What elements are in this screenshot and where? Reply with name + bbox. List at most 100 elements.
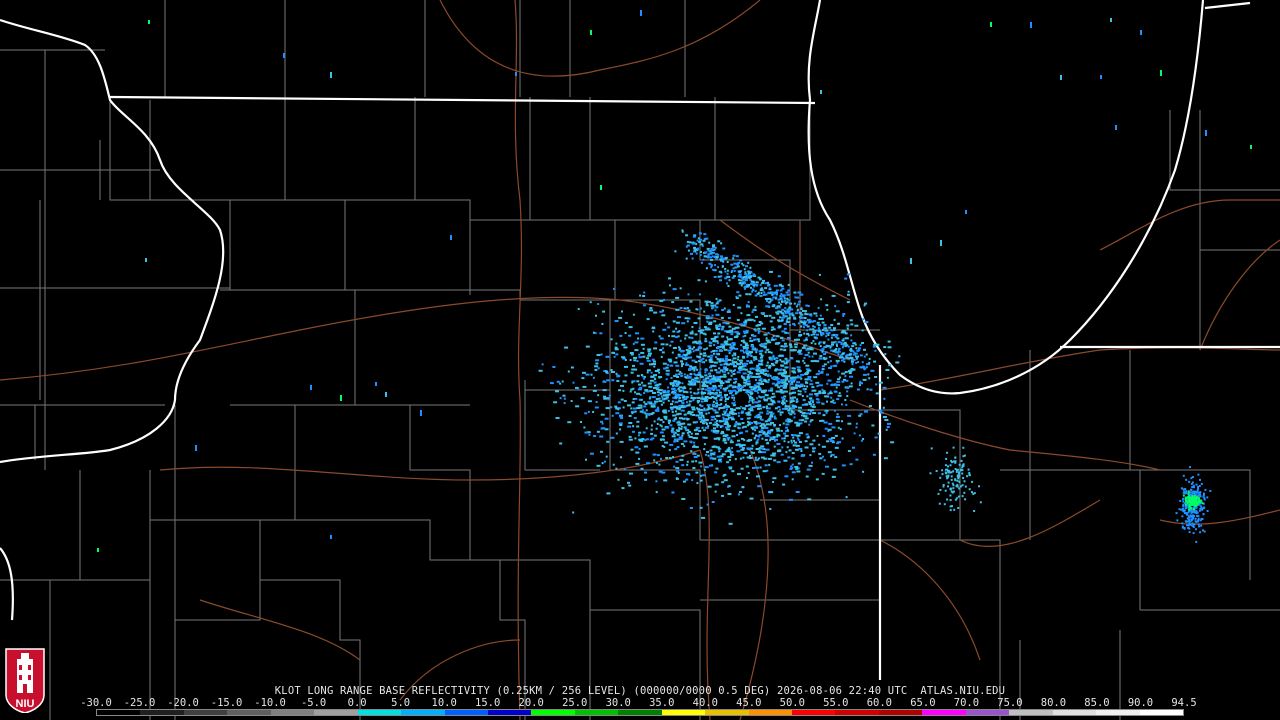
echo-pixel (750, 283, 754, 285)
echo-pixel (1182, 504, 1185, 507)
echo-pixel (747, 304, 750, 307)
echo-pixel (772, 436, 776, 439)
echo-pixel (733, 352, 737, 355)
echo-pixel (283, 53, 285, 58)
echo-pixel (148, 20, 150, 24)
echo-pixel (661, 471, 666, 474)
echo-pixel (751, 311, 754, 314)
echo-pixel (779, 289, 783, 292)
echo-pixel (773, 304, 776, 307)
echo-pixel (825, 395, 830, 398)
echo-pixel (837, 378, 840, 381)
echo-pixel (770, 338, 775, 341)
echo-pixel (793, 416, 796, 419)
echo-pixel (756, 397, 759, 400)
echo-pixel (635, 451, 640, 454)
echo-pixel (733, 262, 737, 265)
echo-pixel (644, 471, 647, 474)
echo-pixel (842, 344, 845, 347)
echo-pixel (656, 454, 660, 457)
echo-pixel (791, 367, 795, 370)
echo-pixel (770, 429, 774, 431)
echo-pixel (647, 382, 652, 385)
echo-pixel (767, 407, 771, 410)
echo-pixel (614, 405, 618, 408)
echo-pixel (750, 439, 753, 441)
echo-pixel (781, 381, 786, 384)
echo-pixel (738, 443, 742, 446)
echo-pixel (698, 342, 703, 345)
echo-pixel (865, 366, 868, 369)
echo-pixel (787, 441, 790, 444)
echo-pixel (794, 387, 798, 390)
echo-pixel (697, 247, 699, 250)
echo-pixel (797, 370, 802, 372)
colorbar-segment (618, 710, 662, 715)
echo-pixel (973, 492, 976, 495)
echo-pixel (841, 464, 846, 467)
echo-pixel (683, 373, 686, 376)
echo-pixel (769, 418, 772, 421)
echo-pixel (818, 342, 821, 345)
echo-pixel (713, 427, 716, 430)
echo-pixel (943, 503, 946, 506)
echo-pixel (957, 471, 960, 474)
echo-pixel (841, 339, 845, 342)
echo-pixel (828, 422, 833, 425)
echo-pixel (638, 383, 642, 386)
echo-pixel (649, 389, 654, 392)
echo-pixel (809, 454, 812, 457)
echo-pixel (874, 349, 877, 352)
echo-pixel (686, 391, 689, 394)
echo-pixel (826, 382, 829, 385)
echo-pixel (646, 462, 651, 465)
echo-pixel (677, 471, 680, 474)
echo-pixel (717, 253, 720, 256)
echo-pixel (768, 314, 772, 317)
echo-pixel (821, 332, 825, 335)
echo-pixel (677, 423, 682, 426)
echo-pixel (785, 423, 790, 426)
echo-pixel (710, 364, 715, 367)
echo-pixel (965, 210, 967, 214)
echo-pixel (879, 411, 884, 414)
echo-pixel (729, 467, 732, 470)
echo-pixel (753, 328, 757, 331)
echo-pixel (807, 376, 810, 379)
echo-pixel (728, 325, 732, 328)
echo-pixel (776, 312, 780, 315)
echo-pixel (704, 399, 708, 401)
echo-pixel (724, 434, 729, 437)
echo-pixel (675, 321, 680, 324)
echo-pixel (330, 535, 332, 539)
echo-pixel (641, 438, 645, 440)
echo-pixel (614, 320, 619, 322)
echo-pixel (949, 488, 952, 491)
echo-pixel (804, 312, 807, 315)
echo-pixel (694, 349, 698, 352)
echo-pixel (679, 307, 683, 309)
echo-pixel (834, 434, 838, 437)
echo-pixel (725, 398, 729, 400)
echo-pixel (813, 376, 818, 379)
echo-pixel (662, 362, 667, 365)
echo-pixel (751, 428, 754, 431)
echo-pixel (652, 392, 656, 394)
echo-pixel (847, 422, 852, 425)
echo-pixel (641, 381, 644, 384)
echo-pixel (714, 304, 717, 307)
echo-pixel (725, 369, 729, 372)
echo-pixel (773, 395, 776, 398)
echo-pixel (785, 302, 788, 305)
echo-pixel (679, 355, 684, 358)
echo-pixel (669, 382, 674, 385)
echo-pixel (714, 309, 717, 312)
echo-pixel (779, 283, 782, 286)
echo-pixel (742, 456, 745, 459)
echo-pixel (663, 479, 668, 482)
echo-pixel (1199, 491, 1202, 494)
echo-pixel (689, 383, 694, 386)
echo-pixel (597, 394, 600, 397)
echo-pixel (687, 410, 691, 413)
echo-pixel (855, 357, 858, 360)
